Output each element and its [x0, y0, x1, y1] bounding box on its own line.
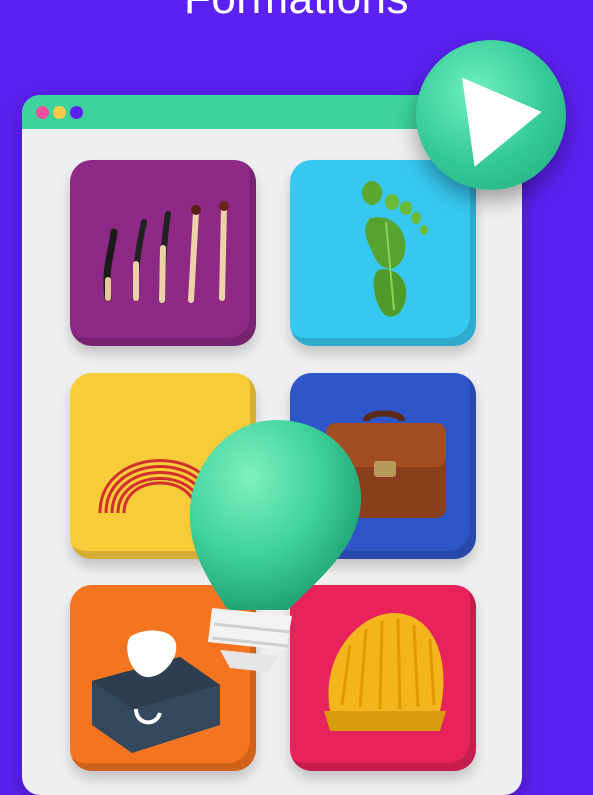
window-dot-yellow[interactable] — [53, 106, 66, 119]
play-icon — [462, 67, 548, 167]
window-dot-blue[interactable] — [70, 106, 83, 119]
tile-matches[interactable] — [70, 160, 256, 346]
page-title: Formations — [0, 0, 593, 24]
window-dot-red[interactable] — [36, 106, 49, 119]
play-button[interactable] — [416, 40, 566, 190]
burning-matches-icon — [103, 201, 229, 303]
tile-footprint[interactable] — [290, 160, 476, 346]
leaf-footprint-icon — [362, 181, 428, 317]
lightbulb-icon — [189, 420, 362, 672]
